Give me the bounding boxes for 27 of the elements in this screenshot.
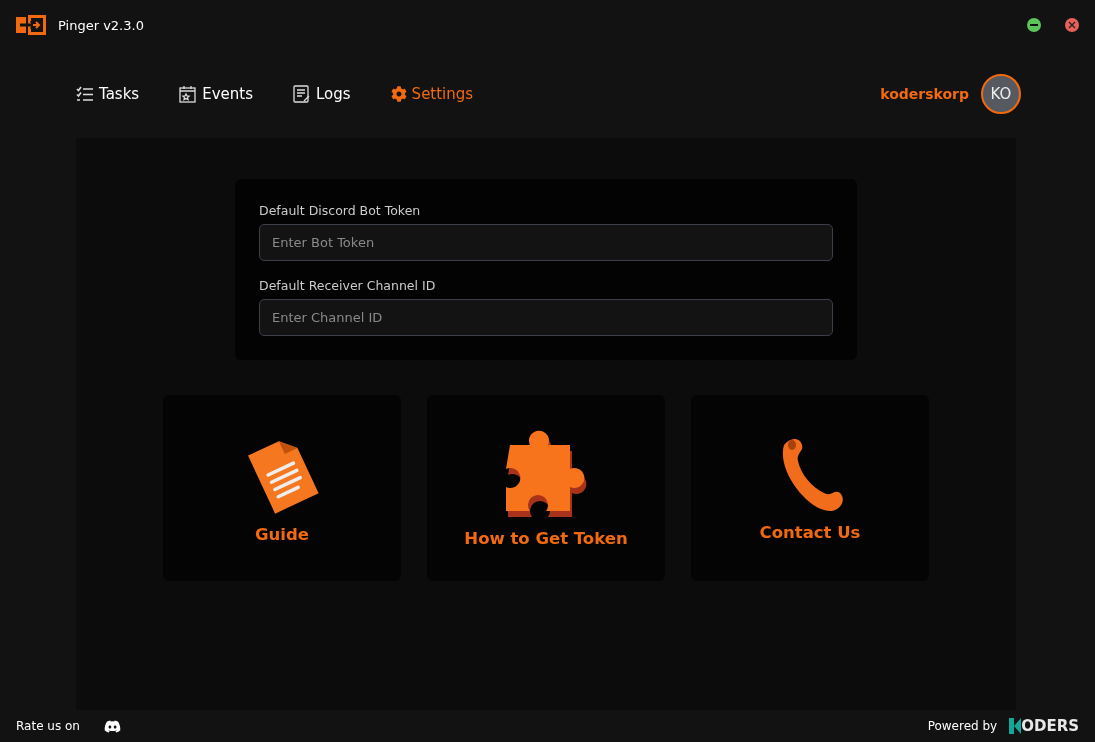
link-card[interactable]: Guide <box>163 395 401 581</box>
link-card[interactable]: How to Get Token <box>427 395 665 581</box>
minus-icon <box>1030 24 1038 26</box>
nav-tab[interactable]: Tasks <box>76 85 140 103</box>
close-icon <box>1068 21 1076 29</box>
field-label: Default Discord Bot Token <box>259 203 422 218</box>
window-title: Pinger v2.3.0 <box>58 17 144 33</box>
input-field[interactable]: Enter Channel ID <box>259 299 833 336</box>
notes-icon <box>293 85 311 103</box>
calendar-icon <box>179 85 198 103</box>
nav-tab[interactable]: Logs <box>293 85 351 103</box>
minimize-button[interactable] <box>1027 18 1041 32</box>
user-avatar[interactable]: KO <box>981 74 1021 114</box>
nav-tab[interactable]: Events <box>179 85 253 103</box>
settings-icon <box>390 86 407 102</box>
brand-k-icon <box>1009 718 1022 734</box>
rate-text: Rate us on <box>16 719 80 733</box>
brand-logo: ODERS <box>1009 717 1079 735</box>
field-label: Default Receiver Channel ID <box>259 278 437 293</box>
nav-tab[interactable]: Settings <box>390 85 474 103</box>
input-field[interactable]: Enter Bot Token <box>259 224 833 261</box>
powered-by-text: Powered by <box>927 719 998 733</box>
app-logo-icon <box>16 15 46 35</box>
link-card[interactable]: Contact Us <box>691 395 929 581</box>
checklist-icon <box>76 86 94 102</box>
username: koderskorp <box>880 86 969 102</box>
close-button[interactable] <box>1065 18 1079 32</box>
